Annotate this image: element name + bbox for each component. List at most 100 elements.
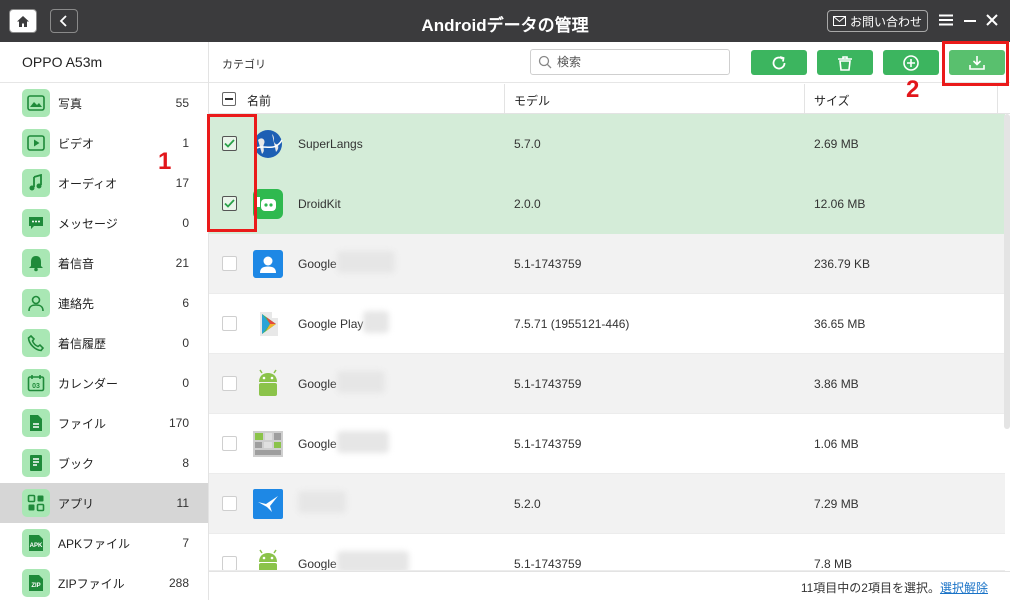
column-divider xyxy=(997,84,998,114)
table-row[interactable]: 5.2.0 7.29 MB xyxy=(209,474,1005,534)
photo-icon xyxy=(22,89,50,117)
column-divider xyxy=(804,84,805,114)
app-size: 7.8 MB xyxy=(814,557,853,571)
sidebar-item-label: アプリ xyxy=(58,496,95,511)
column-header-model[interactable]: モデル xyxy=(514,92,550,109)
sidebar-item-apps[interactable]: アプリ 11 xyxy=(0,483,208,523)
sidebar-item-label: 写真 xyxy=(58,96,83,111)
refresh-icon xyxy=(772,55,786,69)
add-button[interactable] xyxy=(883,50,939,75)
selection-status: 11項目中の2項目を選択。選択解除 xyxy=(800,581,988,595)
table-row[interactable]: Google 5.1-1743759 236.79 KB xyxy=(209,234,1005,294)
sidebar-item-label: メッセージ xyxy=(58,216,118,231)
app-version: 2.0.0 xyxy=(514,197,541,211)
sidebar-item-ringtones[interactable]: 着信音 21 xyxy=(0,243,208,283)
contact-button[interactable]: お問い合わせ xyxy=(827,10,928,32)
app-name: SuperLangs xyxy=(298,137,363,151)
app-name: Google xyxy=(298,431,389,453)
select-all-checkbox[interactable] xyxy=(222,92,236,106)
sidebar-item-count: 55 xyxy=(175,96,189,110)
row-checkbox[interactable] xyxy=(222,316,237,331)
scrollbar[interactable] xyxy=(1004,114,1010,429)
video-icon xyxy=(22,129,50,157)
row-checkbox[interactable] xyxy=(222,556,237,570)
app-version: 5.7.0 xyxy=(514,137,541,151)
status-bar: 11項目中の2項目を選択。選択解除 xyxy=(209,571,1010,600)
deselect-link[interactable]: 選択解除 xyxy=(940,581,988,595)
sidebar-item-audio[interactable]: オーディオ 17 xyxy=(0,163,208,203)
sidebar-item-call-log[interactable]: 着信履歴 0 xyxy=(0,323,208,363)
app-name: Google Play xyxy=(298,311,390,333)
delete-button[interactable] xyxy=(817,50,873,75)
google-contacts-icon xyxy=(253,250,283,278)
table-row[interactable]: Google 5.1-1743759 1.06 MB xyxy=(209,414,1005,474)
blurred-text xyxy=(336,551,409,570)
row-checkbox[interactable] xyxy=(222,376,237,391)
table-row[interactable]: Google 5.1-1743759 3.86 MB xyxy=(209,354,1005,414)
search-box[interactable] xyxy=(530,49,730,75)
search-input[interactable] xyxy=(557,53,722,71)
sidebar-item-label: カレンダー xyxy=(58,376,119,391)
app-size: 236.79 KB xyxy=(814,257,871,271)
sidebar-item-books[interactable]: ブック 8 xyxy=(0,443,208,483)
sidebar-item-label: オーディオ xyxy=(58,176,118,191)
app-name: Google xyxy=(298,371,385,393)
sidebar-item-label: ファイル xyxy=(58,416,107,431)
sidebar-item-count: 0 xyxy=(182,216,189,230)
table-row[interactable]: SuperLangs 5.7.0 2.69 MB xyxy=(209,114,1005,174)
sidebar-item-files[interactable]: ファイル 170 xyxy=(0,403,208,443)
hamburger-icon xyxy=(939,14,953,26)
svg-text:APK: APK xyxy=(30,543,43,549)
column-header-name[interactable]: 名前 xyxy=(247,92,271,109)
sidebar-item-calendar[interactable]: 03 カレンダー 0 xyxy=(0,363,208,403)
minimize-button[interactable] xyxy=(961,10,979,30)
sidebar-item-label: 着信履歴 xyxy=(58,336,107,351)
sidebar-item-count: 21 xyxy=(175,256,189,270)
annotation-highlight-checkboxes xyxy=(207,114,257,232)
refresh-button[interactable] xyxy=(751,50,807,75)
close-icon xyxy=(986,14,998,26)
app-version: 5.2.0 xyxy=(514,497,541,511)
app-version: 5.1-1743759 xyxy=(514,557,582,571)
book-icon xyxy=(22,449,50,477)
table-row[interactable]: Google Play 7.5.71 (1955121-446) 36.65 M… xyxy=(209,294,1005,354)
sidebar-item-label: ビデオ xyxy=(58,136,95,151)
app-size: 7.29 MB xyxy=(814,497,859,511)
sidebar-item-video[interactable]: ビデオ 1 xyxy=(0,123,208,163)
sidebar-item-messages[interactable]: メッセージ 0 xyxy=(0,203,208,243)
sidebar-item-apk-files[interactable]: APK APKファイル 7 xyxy=(0,523,208,563)
sidebar-item-label: ZIPファイル xyxy=(58,576,125,591)
blurred-text xyxy=(336,431,389,453)
column-header-size[interactable]: サイズ xyxy=(814,92,850,109)
table-row[interactable]: DroidKit 2.0.0 12.06 MB xyxy=(209,174,1005,234)
bird-app-icon xyxy=(253,489,283,519)
google-play-icon xyxy=(260,312,278,336)
close-button[interactable] xyxy=(983,10,1001,30)
table-row[interactable]: Google 5.1-1743759 7.8 MB xyxy=(209,534,1005,571)
app-size: 1.06 MB xyxy=(814,437,859,451)
android-robot-icon xyxy=(259,549,277,570)
apk-icon: APK xyxy=(22,529,50,557)
phone-icon xyxy=(22,329,50,357)
sidebar-item-count: 8 xyxy=(182,456,189,470)
menu-button[interactable] xyxy=(937,10,955,30)
sidebar-item-contacts[interactable]: 連絡先 6 xyxy=(0,283,208,323)
app-size: 12.06 MB xyxy=(814,197,866,211)
row-checkbox[interactable] xyxy=(222,436,237,451)
sidebar-item-zip-files[interactable]: ZIP ZIPファイル 288 xyxy=(0,563,208,600)
app-version: 5.1-1743759 xyxy=(514,377,582,391)
contact-icon xyxy=(22,289,50,317)
app-version: 7.5.71 (1955121-446) xyxy=(514,317,630,331)
row-checkbox[interactable] xyxy=(222,256,237,271)
annotation-highlight-export xyxy=(942,41,1009,86)
app-name: DroidKit xyxy=(298,197,341,211)
app-size: 2.69 MB xyxy=(814,137,859,151)
sidebar-item-photos[interactable]: 写真 55 xyxy=(0,83,208,123)
app-version: 5.1-1743759 xyxy=(514,257,582,271)
sidebar-item-count: 7 xyxy=(182,536,189,550)
svg-text:ZIP: ZIP xyxy=(31,583,40,589)
annotation-step-2: 2 xyxy=(906,76,920,103)
row-checkbox[interactable] xyxy=(222,496,237,511)
mail-icon xyxy=(832,16,846,26)
title-bar: Androidデータの管理 お問い合わせ xyxy=(0,0,1010,42)
